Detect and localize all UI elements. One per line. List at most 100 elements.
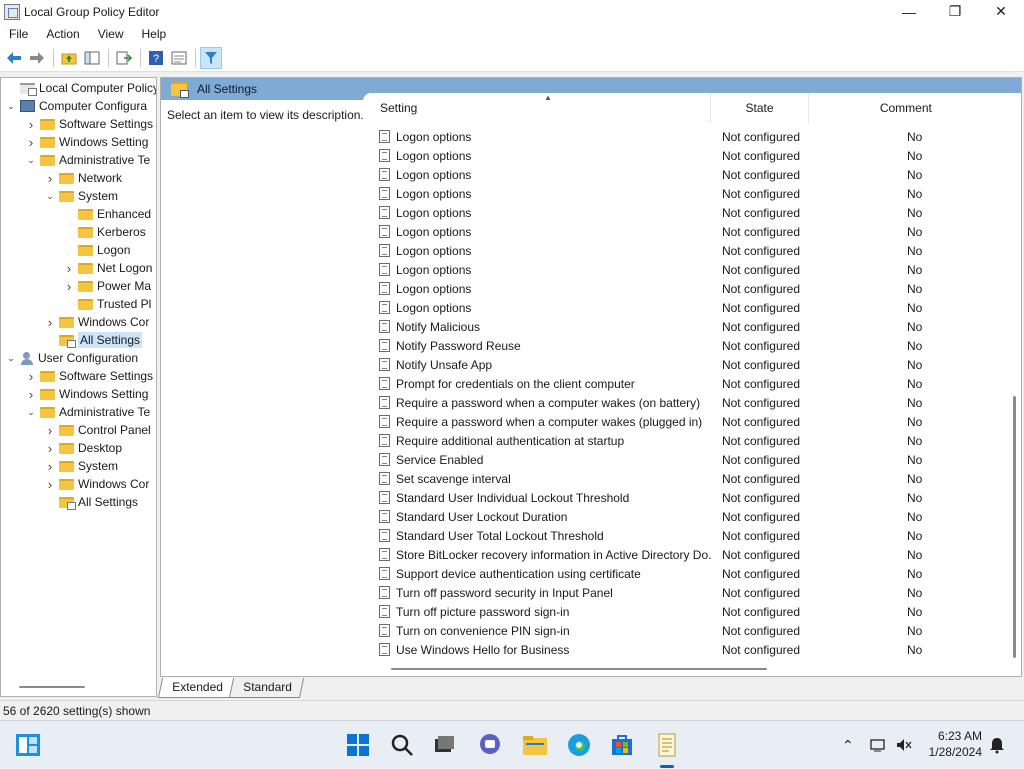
chevron-right-icon[interactable]: › bbox=[63, 261, 75, 276]
table-row[interactable]: Turn off password security in Input Pane… bbox=[363, 583, 1003, 602]
chevron-down-icon[interactable]: ⌄ bbox=[25, 155, 37, 166]
tree-item[interactable]: › Desktop bbox=[1, 439, 156, 457]
menu-view[interactable]: View bbox=[89, 27, 133, 41]
tree-item[interactable]: › Windows Cor bbox=[1, 313, 156, 331]
tree-item[interactable]: ⌄ Computer Configura bbox=[1, 97, 156, 115]
volume-muted-icon[interactable] bbox=[895, 721, 913, 769]
tree-item[interactable]: ⌄ System bbox=[1, 187, 156, 205]
show-hide-tree-icon[interactable] bbox=[81, 47, 103, 69]
tree-item[interactable]: Local Computer Policy bbox=[1, 79, 156, 97]
tree-horizontal-scrollbar[interactable] bbox=[19, 686, 85, 688]
tree-item[interactable]: Logon bbox=[1, 241, 156, 259]
filter-icon[interactable] bbox=[200, 47, 222, 69]
properties-icon[interactable] bbox=[168, 47, 190, 69]
chevron-right-icon[interactable]: › bbox=[25, 135, 37, 150]
chevron-down-icon[interactable]: ⌄ bbox=[5, 101, 17, 112]
tree-item[interactable]: › Net Logon bbox=[1, 259, 156, 277]
start-icon[interactable] bbox=[342, 729, 374, 761]
table-row[interactable]: Set scavenge interval Not configured No bbox=[363, 469, 1003, 488]
table-row[interactable]: Logon options Not configured No bbox=[363, 241, 1003, 260]
chevron-down-icon[interactable]: ⌄ bbox=[44, 191, 56, 202]
maximize-button[interactable]: ❐ bbox=[932, 0, 978, 23]
chevron-right-icon[interactable]: › bbox=[44, 315, 56, 330]
table-row[interactable]: Logon options Not configured No bbox=[363, 146, 1003, 165]
table-row[interactable]: Prompt for credentials on the client com… bbox=[363, 374, 1003, 393]
file-explorer-icon[interactable] bbox=[519, 729, 551, 761]
task-view-icon[interactable] bbox=[428, 729, 460, 761]
tree-item[interactable]: › Windows Setting bbox=[1, 385, 156, 403]
store-icon[interactable] bbox=[606, 729, 638, 761]
help-icon[interactable]: ? bbox=[145, 47, 167, 69]
table-row[interactable]: Logon options Not configured No bbox=[363, 127, 1003, 146]
export-list-icon[interactable] bbox=[113, 47, 135, 69]
chevron-right-icon[interactable]: › bbox=[44, 441, 56, 456]
tree-item[interactable]: › Software Settings bbox=[1, 367, 156, 385]
table-row[interactable]: Support device authentication using cert… bbox=[363, 564, 1003, 583]
tree-item[interactable]: › System bbox=[1, 457, 156, 475]
table-row[interactable]: Standard User Total Lockout Threshold Not… bbox=[363, 526, 1003, 545]
table-row[interactable]: Logon options Not configured No bbox=[363, 184, 1003, 203]
table-row[interactable]: Notify Unsafe App Not configured No bbox=[363, 355, 1003, 374]
gpedit-taskbar-icon[interactable] bbox=[651, 729, 683, 761]
tree-item[interactable]: › Windows Cor bbox=[1, 475, 156, 493]
chevron-right-icon[interactable]: › bbox=[44, 423, 56, 438]
column-header-comment[interactable]: Comment bbox=[809, 93, 1003, 123]
table-row[interactable]: Standard User Individual Lockout Thresho… bbox=[363, 488, 1003, 507]
tree-item[interactable]: ⌄ User Configuration bbox=[1, 349, 156, 367]
forward-arrow-icon[interactable] bbox=[26, 47, 48, 69]
table-row[interactable]: Notify Password Reuse Not configured No bbox=[363, 336, 1003, 355]
chevron-down-icon[interactable]: ⌄ bbox=[5, 353, 17, 364]
chevron-right-icon[interactable]: › bbox=[25, 117, 37, 132]
table-row[interactable]: Standard User Lockout Duration Not config… bbox=[363, 507, 1003, 526]
close-button[interactable]: ✕ bbox=[978, 0, 1024, 23]
table-row[interactable]: Use Windows Hello for Business Not config… bbox=[363, 640, 1003, 659]
tree-pane[interactable]: Local Computer Policy ⌄ Computer Configura… bbox=[0, 77, 157, 697]
tree-item[interactable]: › Software Settings bbox=[1, 115, 156, 133]
teams-chat-icon[interactable] bbox=[474, 729, 506, 761]
chevron-right-icon[interactable]: › bbox=[25, 387, 37, 402]
tree-item[interactable]: Kerberos bbox=[1, 223, 156, 241]
up-folder-icon[interactable] bbox=[58, 47, 80, 69]
horizontal-scrollbar[interactable] bbox=[391, 668, 767, 670]
table-row[interactable]: Turn off picture password sign-in Not con… bbox=[363, 602, 1003, 621]
menu-action[interactable]: Action bbox=[37, 27, 88, 41]
table-row[interactable]: Logon options Not configured No bbox=[363, 222, 1003, 241]
tree-item[interactable]: › Network bbox=[1, 169, 156, 187]
tree-item[interactable]: Enhanced bbox=[1, 205, 156, 223]
tab-extended[interactable]: Extended bbox=[157, 678, 235, 698]
table-row[interactable]: Turn on convenience PIN sign-in Not confi… bbox=[363, 621, 1003, 640]
chevron-down-icon[interactable]: ⌄ bbox=[25, 407, 37, 418]
tree-item[interactable]: All Settings bbox=[1, 331, 156, 349]
table-row[interactable]: Service Enabled Not configured No bbox=[363, 450, 1003, 469]
table-row[interactable]: Logon options Not configured No bbox=[363, 298, 1003, 317]
tree-item[interactable]: › Control Panel bbox=[1, 421, 156, 439]
chevron-right-icon[interactable]: › bbox=[44, 477, 56, 492]
network-icon[interactable] bbox=[870, 721, 888, 769]
edge-browser-icon[interactable] bbox=[563, 729, 595, 761]
table-row[interactable]: Logon options Not configured No bbox=[363, 165, 1003, 184]
table-row[interactable]: Store BitLocker recovery information in … bbox=[363, 545, 1003, 564]
tree-item[interactable]: All Settings bbox=[1, 493, 156, 511]
search-icon[interactable] bbox=[386, 729, 418, 761]
tree-item[interactable]: › Power Ma bbox=[1, 277, 156, 295]
chevron-right-icon[interactable]: › bbox=[44, 459, 56, 474]
chevron-right-icon[interactable]: › bbox=[63, 279, 75, 294]
table-row[interactable]: Require additional authentication at sta… bbox=[363, 431, 1003, 450]
tree-item[interactable]: › Windows Setting bbox=[1, 133, 156, 151]
table-row[interactable]: Notify Malicious Not configured No bbox=[363, 317, 1003, 336]
minimize-button[interactable]: — bbox=[886, 0, 932, 23]
back-arrow-icon[interactable] bbox=[3, 47, 25, 69]
chevron-right-icon[interactable]: › bbox=[44, 171, 56, 186]
tab-standard[interactable]: Standard bbox=[228, 678, 304, 698]
tree-item[interactable]: Trusted Pl bbox=[1, 295, 156, 313]
tree-item[interactable]: ⌄ Administrative Te bbox=[1, 151, 156, 169]
table-row[interactable]: Logon options Not configured No bbox=[363, 260, 1003, 279]
table-row[interactable]: Require a password when a computer wakes… bbox=[363, 393, 1003, 412]
tree-item[interactable]: ⌄ Administrative Te bbox=[1, 403, 156, 421]
table-row[interactable]: Logon options Not configured No bbox=[363, 203, 1003, 222]
table-row[interactable]: Require a password when a computer wakes… bbox=[363, 412, 1003, 431]
widgets-icon[interactable] bbox=[12, 729, 44, 761]
vertical-scrollbar[interactable] bbox=[1013, 396, 1016, 658]
show-hidden-icons-chevron-icon[interactable]: ⌃ bbox=[842, 721, 854, 769]
column-header-setting[interactable]: ▲ Setting bbox=[363, 93, 712, 123]
